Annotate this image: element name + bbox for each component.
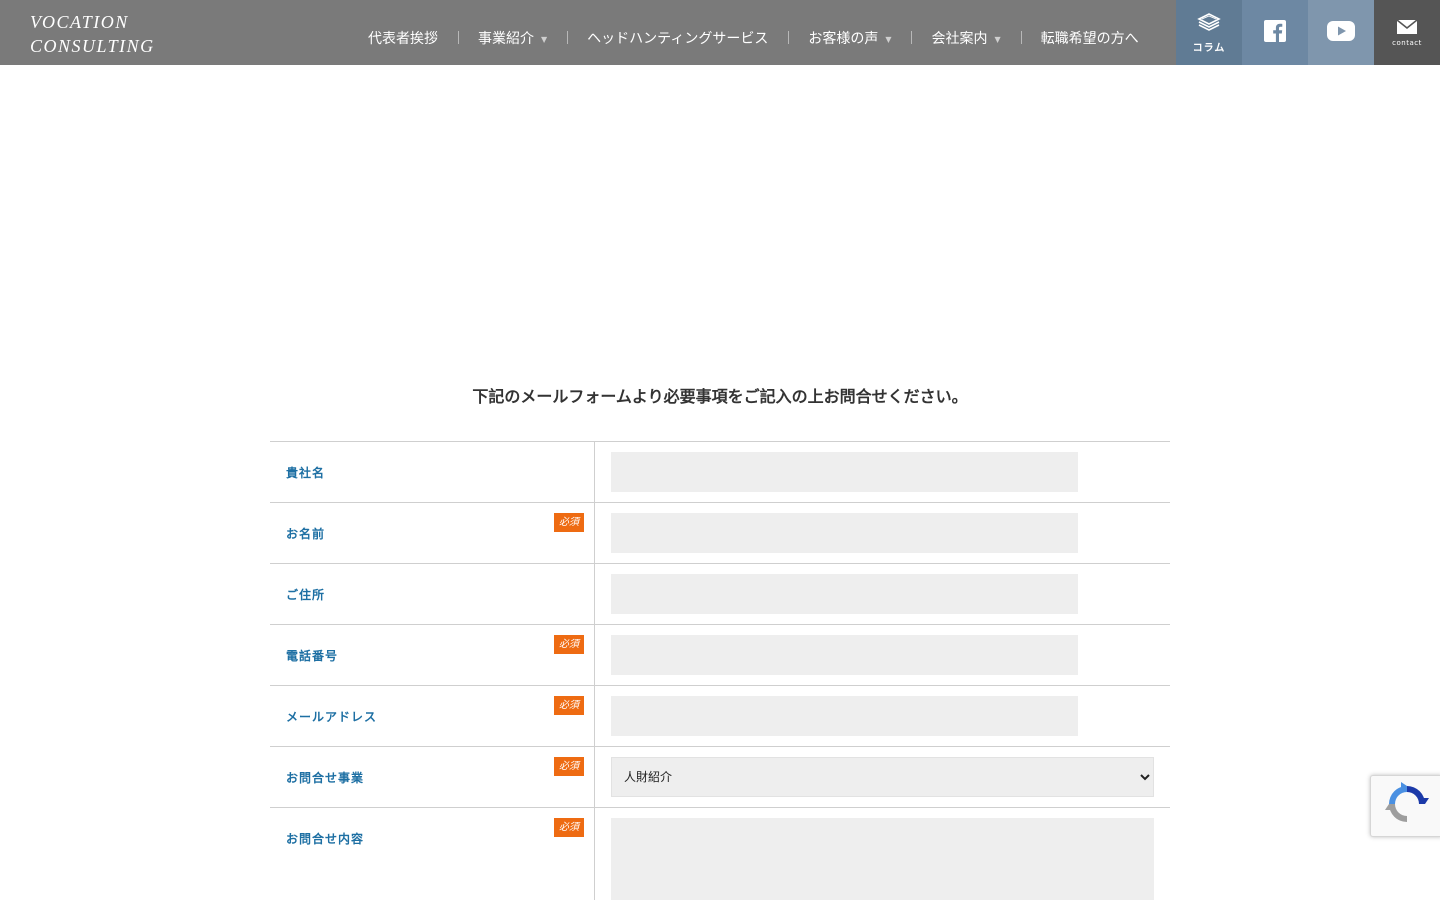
nav-item-greeting[interactable]: 代表者挨拶 (348, 28, 458, 48)
main-nav: 代表者挨拶 事業紹介 ▼ ヘッドハンティングサービス お客様の声 ▼ 会社案内 … (348, 0, 1159, 65)
contact-label: contact (1392, 38, 1422, 47)
nav-item-business[interactable]: 事業紹介 ▼ (458, 28, 567, 48)
required-badge: 必須 (554, 513, 584, 532)
contact-form: 貴社名 お名前 必須 ご住所 電話番号 必須 メールアドレス 必須 お問合せ事業… (270, 441, 1170, 900)
nav-item-label: 事業紹介 (478, 30, 534, 47)
form-row-inquiry-business: お問合せ事業 必須 人財紹介 (270, 747, 1170, 808)
form-intro-text: 下記のメールフォームより必要事項をご記入の上お問合せください。 (472, 387, 968, 406)
field-label-cell: ご住所 (270, 564, 595, 624)
inquiry-content-textarea[interactable] (611, 818, 1154, 900)
contact-link[interactable]: contact (1374, 0, 1440, 65)
form-row-address: ご住所 (270, 564, 1170, 625)
nav-item-label: ヘッドハンティングサービス (587, 30, 769, 47)
field-label-cell: お問合せ事業 必須 (270, 747, 595, 807)
nav-item-job-seekers[interactable]: 転職希望の方へ (1020, 28, 1159, 48)
field-input-cell (595, 625, 1170, 685)
caret-down-icon: ▼ (885, 34, 892, 44)
address-input[interactable] (611, 574, 1078, 614)
book-stack-icon (1196, 11, 1222, 37)
inquiry-content-label: お問合せ内容 (286, 832, 365, 846)
field-input-cell: 人財紹介 (595, 747, 1170, 807)
facebook-icon (1264, 19, 1286, 46)
required-badge: 必須 (554, 696, 584, 715)
company-label: 貴社名 (286, 465, 326, 480)
site-header: VOCATION CONSULTING 代表者挨拶 事業紹介 ▼ ヘッドハンティ… (0, 0, 1440, 65)
field-input-cell (595, 442, 1170, 502)
caret-down-icon: ▼ (541, 34, 548, 44)
recaptcha-icon (1384, 782, 1429, 830)
logo-line-2: CONSULTING (30, 36, 155, 56)
inquiry-business-label: お問合せ事業 (286, 770, 365, 785)
field-label-cell: 貴社名 (270, 442, 595, 502)
field-input-cell (595, 503, 1170, 563)
facebook-link[interactable] (1242, 0, 1308, 65)
field-input-cell (595, 564, 1170, 624)
youtube-link[interactable] (1308, 0, 1374, 65)
nav-item-headhunting[interactable]: ヘッドハンティングサービス (567, 28, 788, 48)
recaptcha-badge[interactable] (1370, 775, 1440, 837)
column-link[interactable]: コラム (1176, 0, 1242, 65)
field-label-cell: お問合せ内容 必須 (270, 808, 595, 900)
name-label: お名前 (286, 526, 326, 541)
field-input-cell (595, 808, 1170, 900)
nav-item-testimonials[interactable]: お客様の声 ▼ (788, 28, 911, 48)
field-label-cell: お名前 必須 (270, 503, 595, 563)
form-row-inquiry-content: お問合せ内容 必須 (270, 808, 1170, 900)
form-row-email: メールアドレス 必須 (270, 686, 1170, 747)
caret-down-icon: ▼ (994, 34, 1001, 44)
column-label: コラム (1192, 43, 1226, 54)
nav-item-label: 転職希望の方へ (1040, 30, 1139, 47)
address-label: ご住所 (286, 587, 326, 602)
company-input[interactable] (611, 452, 1078, 492)
required-badge: 必須 (554, 757, 584, 776)
field-label-cell: 電話番号 必須 (270, 625, 595, 685)
email-label: メールアドレス (286, 709, 378, 724)
email-input[interactable] (611, 696, 1078, 736)
youtube-icon (1327, 20, 1355, 45)
form-row-company: 貴社名 (270, 442, 1170, 503)
mail-icon (1396, 18, 1418, 38)
name-input[interactable] (611, 513, 1078, 553)
form-row-phone: 電話番号 必須 (270, 625, 1170, 686)
form-row-name: お名前 必須 (270, 503, 1170, 564)
logo-line-1: VOCATION (30, 12, 129, 32)
nav-item-label: 代表者挨拶 (368, 30, 438, 47)
required-badge: 必須 (554, 818, 584, 837)
field-input-cell (595, 686, 1170, 746)
phone-label: 電話番号 (286, 648, 339, 663)
nav-item-label: 会社案内 (931, 30, 988, 47)
field-label-cell: メールアドレス 必須 (270, 686, 595, 746)
required-badge: 必須 (554, 635, 584, 654)
phone-input[interactable] (611, 635, 1078, 675)
inquiry-business-select[interactable]: 人財紹介 (611, 757, 1154, 797)
site-logo[interactable]: VOCATION CONSULTING (30, 10, 155, 58)
nav-item-company[interactable]: 会社案内 ▼ (911, 28, 1020, 48)
nav-item-label: お客様の声 (808, 30, 879, 47)
